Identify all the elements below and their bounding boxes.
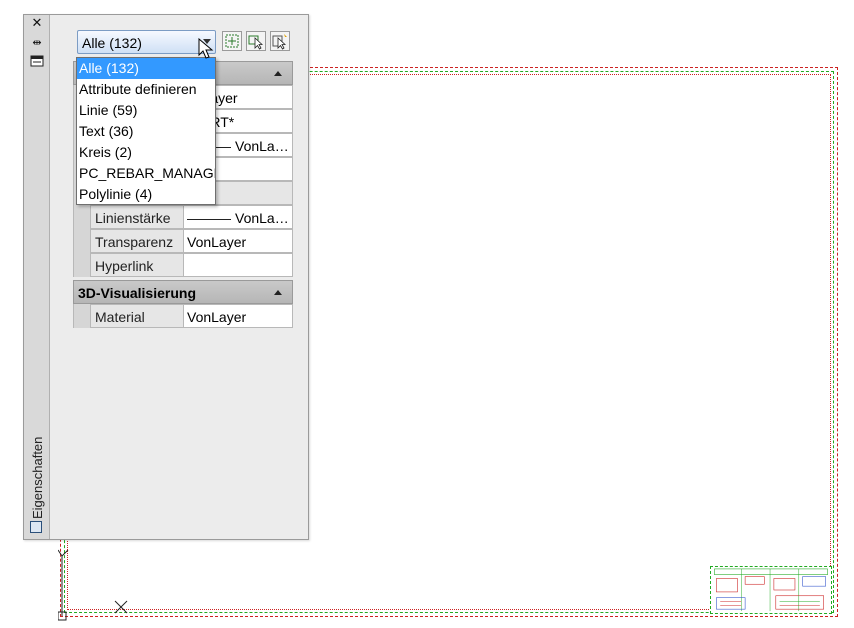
dropdown-option[interactable]: Linie (59) bbox=[77, 100, 215, 121]
palette-title: Eigenschaften bbox=[30, 436, 45, 519]
property-row-transparency[interactable]: Transparenz VonLayer bbox=[90, 229, 293, 253]
property-row-lineweight[interactable]: Linienstärke VonLa… bbox=[90, 205, 293, 229]
close-icon[interactable]: ✕ bbox=[29, 17, 45, 31]
property-value[interactable]: VonLayer bbox=[183, 229, 293, 253]
quick-select-icon bbox=[272, 34, 287, 50]
mouse-cursor-icon bbox=[198, 38, 214, 59]
collapse-arrow-icon[interactable] bbox=[274, 290, 282, 295]
dropdown-option[interactable]: Kreis (2) bbox=[77, 142, 215, 163]
dropdown-option[interactable]: Polylinie (4) bbox=[77, 184, 215, 204]
toggle-pickadd-button[interactable] bbox=[222, 31, 242, 51]
palette-properties-icon[interactable] bbox=[30, 521, 42, 533]
dropdown-option[interactable]: Attribute definieren bbox=[77, 79, 215, 100]
palette-title-bar[interactable]: ✕ ⇹ Eigenschaften bbox=[24, 15, 50, 539]
cross-mark-icon bbox=[114, 600, 128, 614]
viz-section-gutter bbox=[73, 304, 90, 328]
property-value[interactable] bbox=[183, 253, 293, 277]
lineweight-sample bbox=[187, 218, 231, 220]
dropdown-option[interactable]: Alle (132) bbox=[77, 58, 215, 79]
quick-select-button[interactable] bbox=[270, 31, 290, 51]
property-value[interactable]: VonLayer bbox=[183, 304, 293, 328]
property-label: Linienstärke bbox=[90, 205, 184, 229]
select-objects-button[interactable] bbox=[246, 31, 266, 51]
object-type-select[interactable]: Alle (132) bbox=[77, 30, 216, 54]
dropdown-option[interactable]: Text (36) bbox=[77, 121, 215, 142]
object-type-select-value: Alle (132) bbox=[82, 35, 142, 51]
viz-section-header[interactable]: 3D-Visualisierung bbox=[73, 280, 293, 304]
property-row-material[interactable]: Material VonLayer bbox=[90, 304, 293, 328]
property-label: Material bbox=[90, 304, 184, 328]
property-label: Transparenz bbox=[90, 229, 184, 253]
object-type-dropdown[interactable]: Alle (132) Attribute definieren Linie (5… bbox=[76, 57, 216, 205]
select-objects-icon bbox=[248, 35, 264, 50]
toggle-pickadd-icon bbox=[225, 34, 239, 48]
auto-hide-icon[interactable]: ⇹ bbox=[29, 36, 45, 50]
property-label: Hyperlink bbox=[90, 253, 184, 277]
property-row-hyperlink[interactable]: Hyperlink bbox=[90, 253, 293, 277]
title-block bbox=[710, 566, 832, 614]
ucs-icon bbox=[58, 549, 69, 621]
collapse-arrow-icon[interactable] bbox=[274, 71, 282, 76]
properties-menu-icon[interactable] bbox=[29, 55, 45, 69]
dropdown-option[interactable]: PC_REBAR_MANAGE bbox=[77, 163, 215, 184]
viz-section-title: 3D-Visualisierung bbox=[78, 285, 197, 301]
property-value[interactable]: VonLa… bbox=[183, 205, 293, 229]
